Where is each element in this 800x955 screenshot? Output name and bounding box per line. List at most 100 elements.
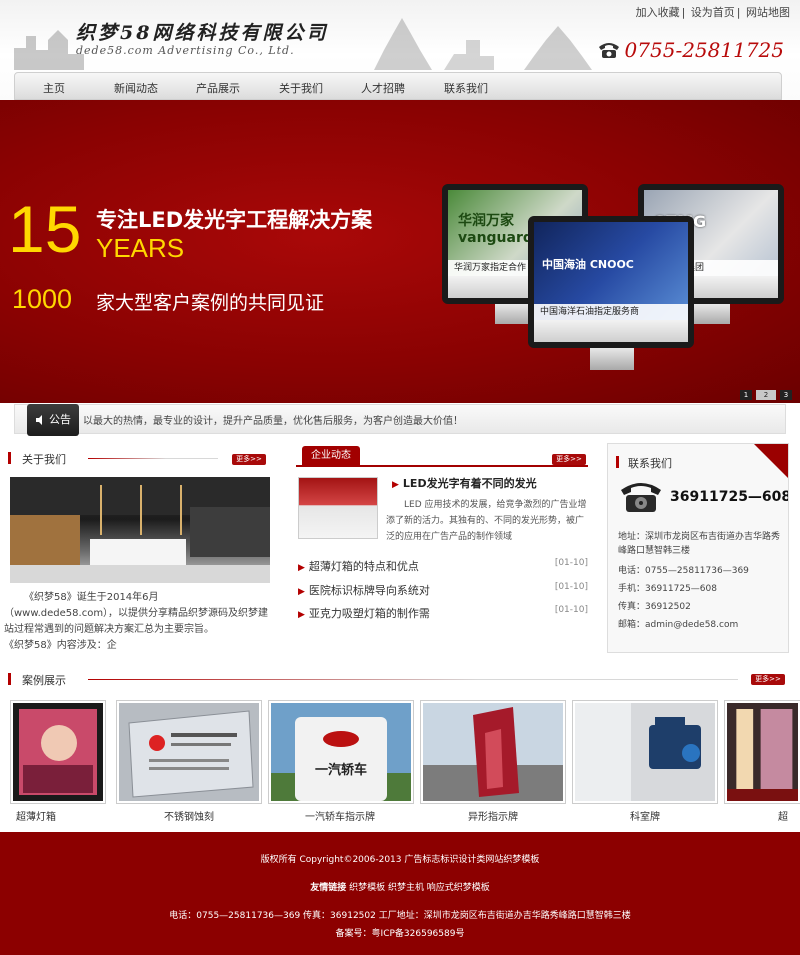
news-summary: LED 应用技术的发展，给竞争激烈的广告业增添了新的活力。其独有的、不同的发光形… xyxy=(386,500,587,542)
about-divider xyxy=(88,458,218,459)
banner-page-3[interactable]: 3 xyxy=(780,390,792,400)
footer-links-list[interactable]: 织梦模板 织梦主机 响应式织梦模板 xyxy=(349,883,490,893)
contact-big-phone: 36911725—608 xyxy=(670,489,789,505)
banner-subtitle: 家大型客户案例的共同见证 xyxy=(96,292,325,314)
contact-title: 联系我们 xyxy=(628,457,672,470)
case-thumbnail xyxy=(575,703,715,801)
corner-ribbon xyxy=(753,444,788,479)
about-photo xyxy=(10,477,270,583)
monitor-cnooc: 中国海油 CNOOC 中国海洋石油指定服务商 xyxy=(528,216,694,348)
case-label[interactable]: 一汽轿车指示牌 xyxy=(305,808,375,823)
contact-address: 地址：深圳市龙岗区布吉街道办吉华路秀峰路口慧智韩三楼 xyxy=(618,532,781,556)
contact-email[interactable]: 邮箱：admin@dede58.com xyxy=(618,618,786,632)
about-paragraph: 《织梦58》诞生于2014年6月（www.dede58.com），以提供分享精品… xyxy=(4,592,269,635)
banner-page-2[interactable]: 2 xyxy=(756,390,776,400)
news-tab[interactable]: 企业动态 xyxy=(302,446,360,466)
case-thumbnail xyxy=(727,703,798,801)
notice-tab: 公告 xyxy=(27,404,79,436)
contact-panel: 联系我们 36911725—608 地址：深圳市龙岗区布吉街道办吉华路秀峰路口慧… xyxy=(607,443,789,653)
news-headline-text: LED发光字有着不同的发光 xyxy=(402,477,537,490)
about-more-button[interactable]: 更多>> xyxy=(232,454,266,465)
news-headline[interactable]: ▶ LED发光字有着不同的发光 xyxy=(392,475,537,491)
arrow-icon: ▶ xyxy=(298,610,305,620)
about-title: 关于我们 xyxy=(22,453,66,466)
case-thumbnail xyxy=(423,703,563,801)
case-item[interactable]: 一汽轿车 xyxy=(268,700,414,804)
news-divider xyxy=(296,465,588,467)
main-nav: 主页 新闻动态 产品展示 关于我们 人才招聘 联系我们 xyxy=(14,72,782,100)
contact-mobile: 手机：36911725—608 xyxy=(618,584,717,594)
header-phone: 0755-25811725 xyxy=(597,38,784,62)
contact-fax: 传真：36912502 xyxy=(618,602,691,612)
add-favorite-link[interactable]: 加入收藏 xyxy=(636,6,680,19)
nav-contact[interactable]: 联系我们 xyxy=(444,80,488,96)
set-homepage-link[interactable]: 设为首页 xyxy=(691,6,735,19)
case-thumbnail xyxy=(271,703,411,801)
banner-years: YEARS xyxy=(96,233,185,263)
news-item-title: 医院标识标牌导向系统对 xyxy=(308,584,430,597)
news-item-date: [01-10] xyxy=(554,558,588,568)
news-item[interactable]: ▶ 超薄灯箱的特点和优点 [01-10] xyxy=(298,558,588,574)
cases-title: 案例展示 xyxy=(22,674,66,687)
cnooc-sign: 中国海油 CNOOC xyxy=(542,258,634,271)
top-links: 加入收藏 | 设为首页 | 网站地图 xyxy=(635,6,790,19)
footer-icp[interactable]: 备案号：粤ICP备326596589号 xyxy=(0,926,800,939)
nav-jobs[interactable]: 人才招聘 xyxy=(361,80,405,96)
news-item-title: 超薄灯箱的特点和优点 xyxy=(308,560,419,573)
arrow-icon: ▶ xyxy=(298,563,305,573)
banner-pager: 1 2 3 xyxy=(740,390,792,400)
footer-links-label: 友情链接 xyxy=(310,883,347,893)
about-bar xyxy=(8,452,11,464)
nav-products[interactable]: 产品展示 xyxy=(196,80,240,96)
news-more-button[interactable]: 更多>> xyxy=(552,454,586,465)
nav-news[interactable]: 新闻动态 xyxy=(114,80,158,96)
case-item[interactable] xyxy=(10,700,106,804)
case-label[interactable]: 异形指示牌 xyxy=(468,808,518,823)
footer-copyright: 版权所有 Copyright©2006-2013 广告标志标识设计类网站织梦模板 xyxy=(260,855,540,865)
case-label[interactable]: 科室牌 xyxy=(630,808,660,823)
footer-links: 友情链接 织梦模板 织梦主机 响应式织梦模板 xyxy=(0,880,800,893)
notice-label: 公告 xyxy=(49,413,71,426)
case-thumbnail xyxy=(119,703,259,801)
banner-page-1[interactable]: 1 xyxy=(740,390,752,400)
case-item[interactable] xyxy=(572,700,718,804)
case-thumbnail xyxy=(13,703,103,801)
logo-subtext: dede58.com Advertising Co., Ltd. xyxy=(76,44,295,57)
speaker-icon xyxy=(36,415,42,425)
cases-divider xyxy=(88,679,738,680)
news-item[interactable]: ▶ 医院标识标牌导向系统对 [01-10] xyxy=(298,582,588,598)
news-item-date: [01-10] xyxy=(554,582,588,592)
case-sign-text: 一汽轿车 xyxy=(314,763,367,778)
news-thumbnail[interactable] xyxy=(298,477,378,539)
banner-number-2: 1000 xyxy=(12,284,73,314)
case-label[interactable]: 不锈钢蚀刻 xyxy=(164,808,214,823)
case-label[interactable]: 超 xyxy=(778,808,788,823)
nav-about[interactable]: 关于我们 xyxy=(279,80,323,96)
case-label[interactable]: 超薄灯箱 xyxy=(16,808,56,823)
arrow-icon: ▶ xyxy=(298,587,305,597)
contact-phone: 电话：0755—25811736—369 xyxy=(618,566,749,576)
case-item[interactable] xyxy=(724,700,800,804)
telephone-icon xyxy=(598,43,619,58)
news-item[interactable]: ▶ 亚克力吸塑灯箱的制作需 [01-10] xyxy=(298,605,588,621)
news-item-title: 亚克力吸塑灯箱的制作需 xyxy=(308,607,430,620)
nav-home[interactable]: 主页 xyxy=(43,80,65,96)
case-item[interactable] xyxy=(116,700,262,804)
banner-number: 15 xyxy=(8,192,82,266)
logo-text[interactable]: 织梦58网络科技有限公司 xyxy=(76,18,328,45)
about-paragraph-2: 《织梦58》内容涉及：企 xyxy=(4,640,117,651)
site-footer: 版权所有 Copyright©2006-2013 广告标志标识设计类网站织梦模板… xyxy=(0,832,800,955)
footer-contact: 电话：0755—25811736—369 传真：36912502 工厂地址：深圳… xyxy=(169,911,631,921)
banner-title: 专注LED发光字工程解决方案 xyxy=(96,208,373,232)
about-text: 《织梦58》诞生于2014年6月（www.dede58.com），以提供分享精品… xyxy=(4,590,272,654)
case-item[interactable] xyxy=(420,700,566,804)
telephone-icon xyxy=(621,483,661,512)
notice-text[interactable]: 以最大的热情，最专业的设计，提升产品质量，优化售后服务，为客户创造最大价值！ xyxy=(83,412,463,427)
header-phone-number: 0755-25811725 xyxy=(624,38,784,62)
sitemap-link[interactable]: 网站地图 xyxy=(746,6,790,19)
cases-bar xyxy=(8,673,11,685)
hero-banner[interactable]: 15 专注LED发光字工程解决方案 YEARS 1000 家大型客户案例的共同见… xyxy=(0,100,800,403)
cases-more-button[interactable]: 更多>> xyxy=(751,674,785,685)
news-item-date: [01-10] xyxy=(554,605,588,615)
monitor-caption: 中国海洋石油指定服务商 xyxy=(534,304,688,320)
